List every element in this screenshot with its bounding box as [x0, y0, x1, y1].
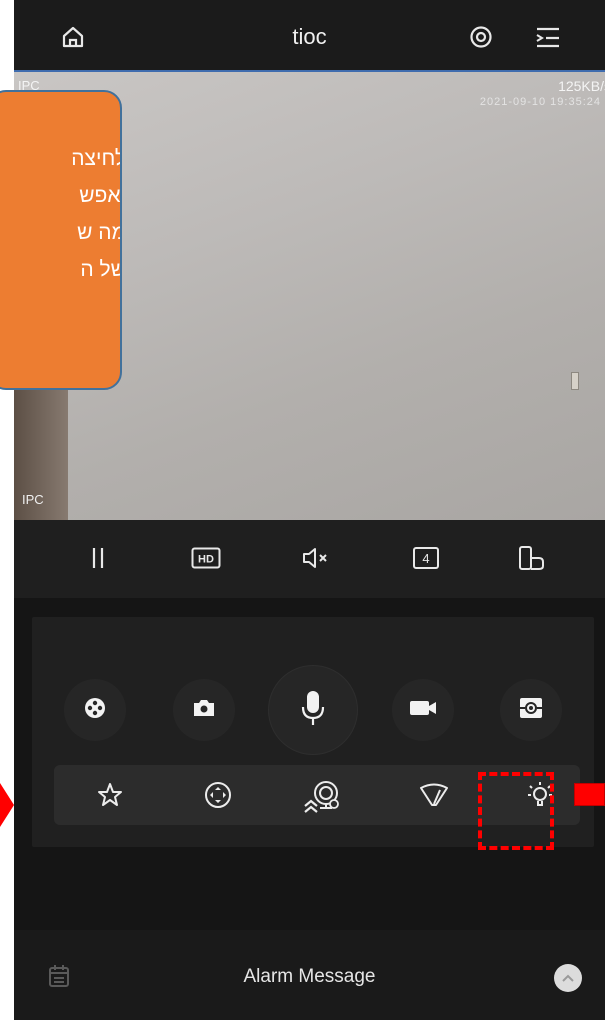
ptz-icon[interactable] [202, 779, 234, 811]
fullscreen-icon[interactable] [516, 544, 548, 572]
top-bar: tioc [14, 0, 605, 70]
callout-line-1: לחיצה [71, 147, 122, 170]
highlight-box [478, 772, 554, 850]
split-count: 4 [422, 551, 429, 566]
video-timestamp: 2021-09-10 19:35:24 [479, 96, 601, 108]
menu-icon[interactable] [534, 24, 562, 50]
wiper-icon[interactable] [418, 779, 450, 811]
replay-icon [84, 697, 106, 724]
record-icon [409, 699, 437, 722]
microphone-icon [301, 690, 325, 731]
double-chevron-up-icon[interactable] [302, 797, 320, 820]
annotation-arrow-right [574, 783, 605, 806]
playback-toolbar: HD 4 [14, 520, 605, 598]
channel-label-bottom: IPC [22, 492, 44, 507]
talk-button[interactable] [268, 665, 358, 755]
annotation-arrow-left [0, 783, 14, 827]
callout-line-2: יאפש [79, 184, 122, 207]
alarm-bar[interactable]: Alarm Message [14, 930, 605, 1020]
pause-icon[interactable] [86, 544, 110, 572]
hd-icon[interactable]: HD [190, 544, 222, 572]
video-scene-switch [571, 372, 579, 390]
favorite-icon[interactable] [94, 779, 126, 811]
settings-icon[interactable] [468, 24, 494, 50]
hd-label: HD [198, 554, 214, 566]
split-screen-icon[interactable]: 4 [410, 544, 442, 572]
page-title: tioc [292, 24, 327, 49]
snapshot-icon [192, 698, 216, 723]
annotation-callout: לחיצה יאפש מה ש של ה [0, 90, 122, 390]
snapshot-button[interactable] [173, 679, 235, 741]
chevron-up-icon[interactable] [554, 964, 582, 992]
mute-icon[interactable] [300, 544, 332, 572]
screen-capture-button[interactable] [500, 679, 562, 741]
record-button[interactable] [392, 679, 454, 741]
callout-text: לחיצה יאפש מה ש של ה [0, 140, 122, 288]
bitrate-label: 125KB/s [558, 78, 605, 94]
replay-button[interactable] [64, 679, 126, 741]
callout-line-3: מה ש [77, 221, 122, 244]
alarm-message-label: Alarm Message [243, 966, 376, 987]
screen-capture-icon [518, 696, 544, 725]
callout-line-4: של ה [80, 258, 122, 281]
